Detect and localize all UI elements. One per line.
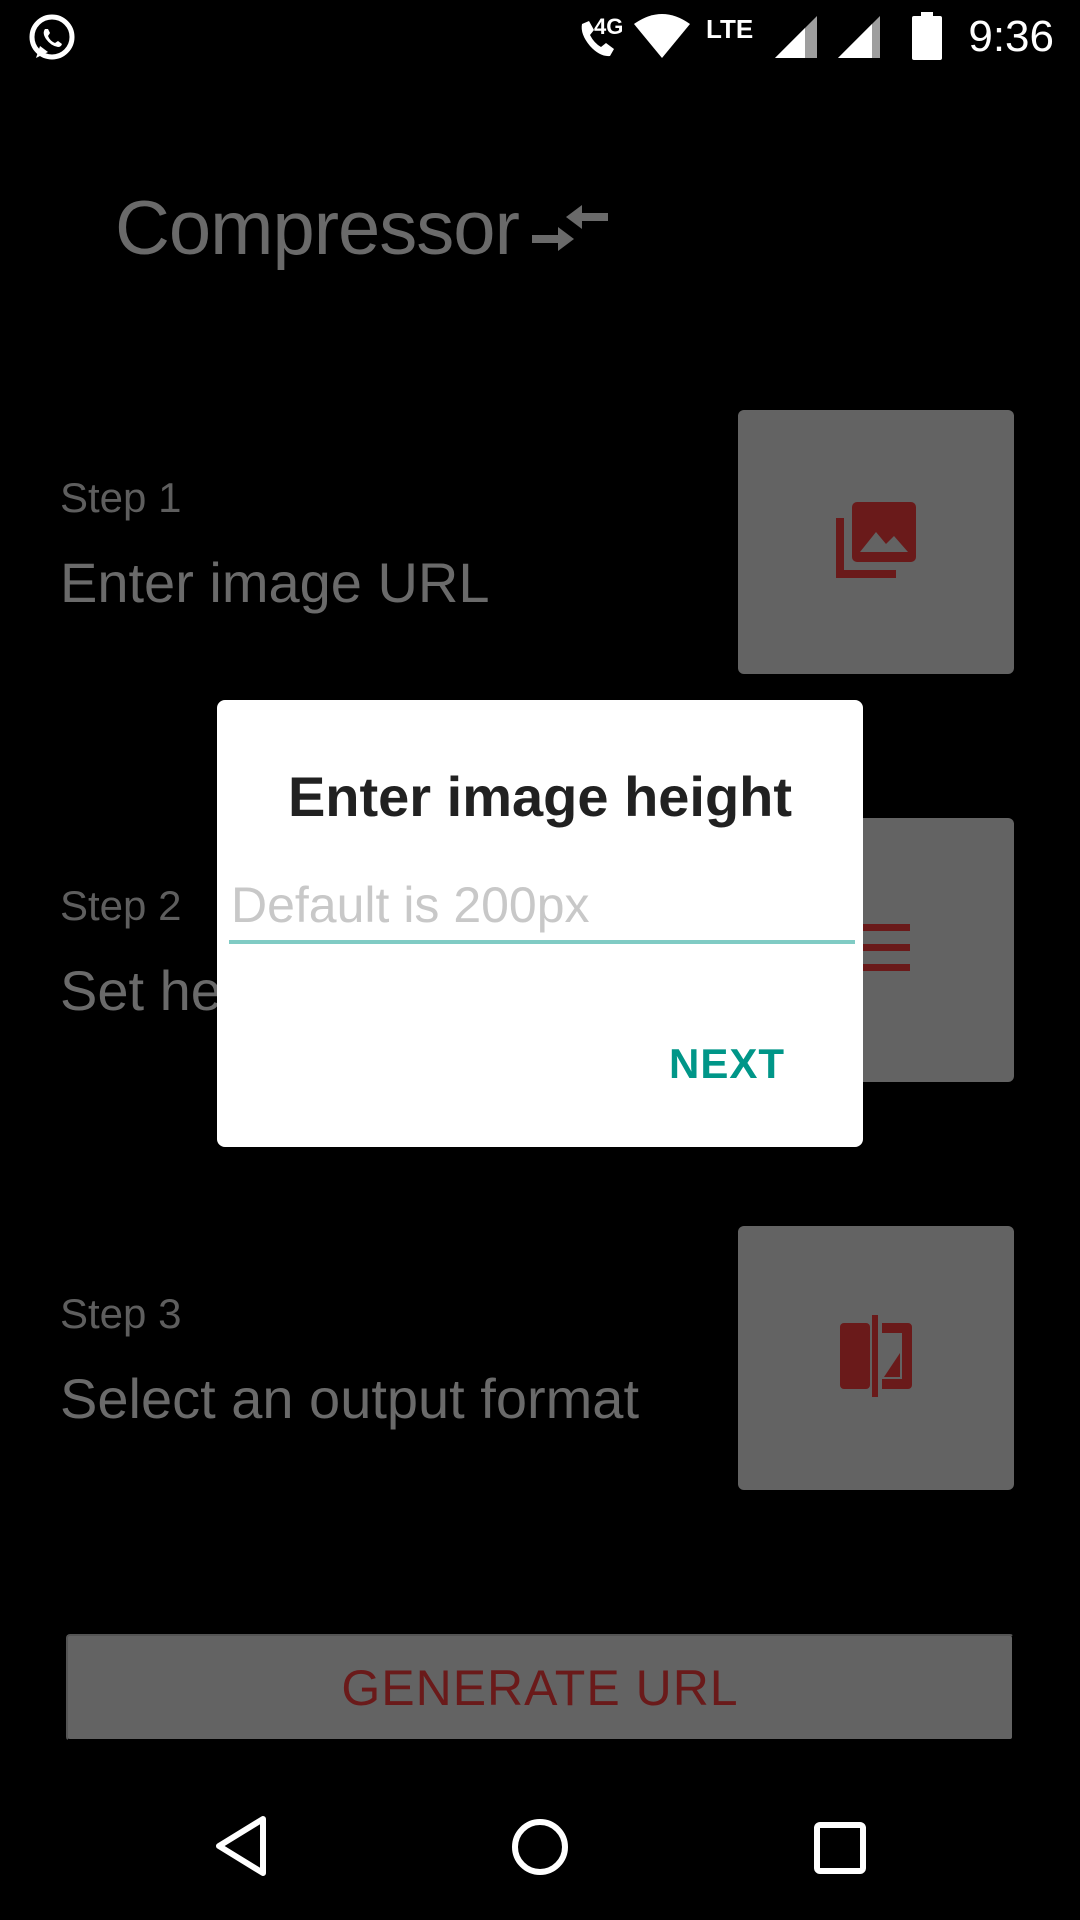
back-icon[interactable]	[213, 1815, 269, 1882]
step-1-label: Step 1	[60, 474, 182, 521]
compare-icon	[840, 1314, 912, 1402]
lte-label: LTE	[706, 14, 754, 44]
wifi-icon	[634, 14, 690, 63]
height-dialog: Enter image height NEXT	[217, 700, 863, 1147]
signal-icon	[838, 16, 880, 63]
output-format-button[interactable]	[738, 1226, 1014, 1490]
step-2-description: Set he	[60, 959, 222, 1022]
dialog-title: Enter image height	[287, 765, 793, 828]
clock: 9:36	[968, 12, 1054, 61]
home-icon[interactable]	[511, 1818, 569, 1881]
signal-icon	[775, 16, 817, 63]
whatsapp-icon	[26, 12, 78, 69]
pick-image-button[interactable]	[738, 410, 1014, 674]
compress-arrows-icon	[532, 203, 610, 264]
step-1-description: Enter image URL	[60, 551, 490, 614]
generate-url-button[interactable]: GENERATE URL	[66, 1634, 1014, 1741]
step-2-label: Step 2	[60, 882, 182, 929]
recents-icon[interactable]	[814, 1822, 866, 1879]
next-button[interactable]: NEXT	[669, 1040, 785, 1088]
status-bar: 4G LTE 9:36	[0, 0, 1080, 75]
app-title: Compressor	[115, 186, 520, 271]
step-3-label: Step 3	[60, 1290, 182, 1337]
battery-icon	[912, 12, 942, 65]
height-input[interactable]	[229, 870, 855, 944]
step-3-description: Select an output format	[60, 1367, 640, 1430]
call-4g-label: 4G	[594, 14, 624, 39]
photo-library-icon	[836, 501, 916, 583]
